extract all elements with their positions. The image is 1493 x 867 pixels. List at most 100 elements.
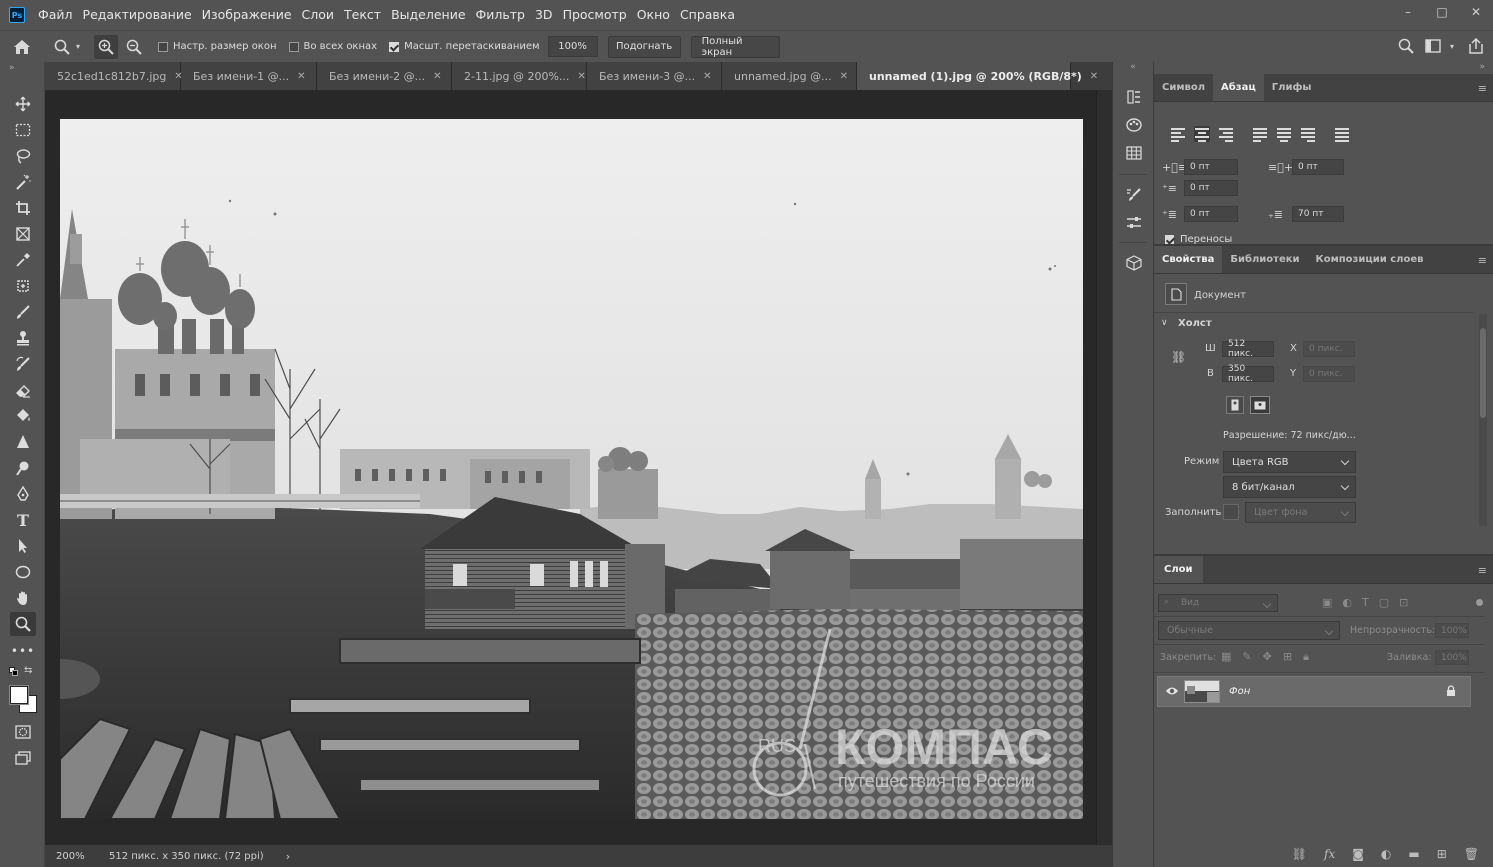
3d-panel-icon[interactable] — [1123, 252, 1145, 274]
panel-menu-icon[interactable]: ≡ — [1478, 564, 1487, 577]
history-brush-tool-icon[interactable] — [10, 352, 36, 376]
properties-scrollbar[interactable] — [1479, 314, 1487, 526]
filter-type-icon[interactable]: T — [1362, 596, 1369, 609]
healing-brush-tool-icon[interactable] — [10, 274, 36, 298]
tab-glyphs[interactable]: Глифы — [1264, 74, 1320, 101]
stamp-tool-icon[interactable] — [10, 326, 36, 350]
menu-help[interactable]: Справка — [675, 0, 740, 30]
color-mode-select[interactable]: Цвета RGB — [1223, 451, 1356, 473]
layer-style-icon[interactable]: fx — [1324, 847, 1335, 861]
more-tools-icon[interactable]: ••• — [10, 639, 36, 663]
default-colors-icon[interactable] — [9, 667, 19, 677]
align-left-icon[interactable] — [1171, 126, 1187, 142]
opacity-field[interactable]: 100% — [1435, 623, 1469, 638]
tab-properties[interactable]: Свойства — [1154, 246, 1223, 273]
adjustments-panel-icon[interactable] — [1123, 212, 1145, 234]
indent-left-field[interactable]: 0 пт — [1184, 159, 1238, 175]
paint-bucket-tool-icon[interactable] — [10, 404, 36, 428]
new-layer-icon[interactable]: ⊞ — [1437, 847, 1447, 861]
share-icon[interactable] — [1459, 38, 1493, 54]
path-selection-tool-icon[interactable] — [10, 534, 36, 558]
filter-adjustment-icon[interactable]: ◐ — [1342, 596, 1352, 609]
tab-document-3[interactable]: Без имени-2 @... ✕ — [317, 62, 452, 90]
magic-wand-tool-icon[interactable] — [10, 170, 36, 194]
menu-filter[interactable]: Фильтр — [471, 0, 530, 30]
close-tab-icon[interactable]: ✕ — [840, 71, 848, 82]
canvas-area[interactable]: RUS КОМПАС путешествия по России — [45, 90, 1096, 844]
close-tab-icon[interactable]: ✕ — [297, 71, 305, 82]
close-tab-icon[interactable]: ✕ — [1090, 71, 1098, 82]
pen-tool-icon[interactable] — [10, 482, 36, 506]
ellipse-tool-icon[interactable] — [10, 560, 36, 584]
move-tool-icon[interactable] — [10, 92, 36, 116]
filter-smart-object-icon[interactable]: ⊡ — [1399, 596, 1408, 609]
add-mask-icon[interactable]: ◙ — [1352, 847, 1364, 861]
zoom-preset-icon[interactable] — [52, 39, 72, 55]
tab-character[interactable]: Символ — [1154, 74, 1213, 101]
document-image[interactable]: RUS КОМПАС путешествия по России — [60, 119, 1083, 819]
fill-opacity-field[interactable]: 100% — [1435, 650, 1469, 665]
dodge-tool-icon[interactable] — [10, 456, 36, 480]
expand-panels-icon[interactable]: « — [1113, 62, 1153, 75]
lock-artboard-icon[interactable]: ⊞ — [1283, 650, 1292, 664]
delete-layer-icon[interactable]: 🗑︎ — [1464, 847, 1479, 861]
layer-name[interactable]: Фон — [1229, 686, 1250, 697]
status-menu-chevron-icon[interactable]: › — [286, 850, 290, 863]
link-dimensions-icon[interactable]: ⛓ — [1171, 350, 1186, 364]
landscape-orientation-icon[interactable] — [1250, 396, 1270, 414]
zoom-level[interactable]: 200% — [45, 851, 93, 862]
canvas-width-field[interactable]: 512 пикс. — [1222, 339, 1274, 359]
type-tool-icon[interactable]: T — [10, 508, 36, 532]
home-icon[interactable] — [0, 32, 44, 62]
indent-first-line-field[interactable]: 0 пт — [1184, 180, 1238, 196]
tab-document-active[interactable]: unnamed (1).jpg @ 200% (RGB/8*) ✕ — [857, 62, 1098, 90]
align-center-icon[interactable] — [1194, 126, 1210, 142]
swap-colors-icon[interactable]: ⇆ — [24, 665, 32, 676]
vertical-scrollbar[interactable] — [1096, 90, 1112, 844]
tab-layers[interactable]: Слои — [1154, 556, 1203, 583]
foreground-color-swatch[interactable] — [10, 686, 28, 704]
filter-toggle-icon[interactable] — [1476, 599, 1483, 606]
panel-menu-icon[interactable]: ≡ — [1478, 254, 1487, 267]
search-icon[interactable] — [1391, 38, 1421, 54]
fullscreen-button[interactable]: Полный экран — [690, 35, 780, 58]
menu-view[interactable]: Просмотр — [558, 0, 632, 30]
scrubby-zoom-option[interactable]: Масшт. перетаскиванием — [389, 41, 540, 52]
tab-layer-comps[interactable]: Композиции слоев — [1308, 246, 1432, 273]
fill-color-swatch[interactable] — [1223, 504, 1239, 520]
quick-mask-icon[interactable] — [10, 720, 36, 744]
menu-select[interactable]: Выделение — [386, 0, 470, 30]
canvas-x-field[interactable]: 0 пикс. — [1303, 341, 1355, 357]
close-button[interactable]: ✕ — [1459, 0, 1493, 24]
lock-image-icon[interactable]: ✎ — [1242, 650, 1251, 664]
menu-image[interactable]: Изображение — [197, 0, 297, 30]
tab-libraries[interactable]: Библиотеки — [1222, 246, 1307, 273]
justify-right-icon[interactable] — [1301, 126, 1317, 142]
fit-screen-button[interactable]: Подогнать — [607, 35, 681, 58]
menu-file[interactable]: Файл — [33, 0, 78, 30]
justify-all-icon[interactable] — [1335, 126, 1351, 142]
crop-tool-icon[interactable] — [10, 196, 36, 220]
filter-shape-icon[interactable]: ▢ — [1379, 596, 1389, 609]
align-right-icon[interactable] — [1219, 126, 1235, 142]
justify-center-icon[interactable] — [1277, 126, 1293, 142]
menu-layers[interactable]: Слои — [297, 0, 340, 30]
space-after-field[interactable]: 70 пт — [1292, 206, 1344, 222]
brushes-panel-icon[interactable] — [1123, 184, 1145, 206]
new-group-icon[interactable]: ▬ — [1408, 847, 1419, 861]
screen-mode-icon[interactable] — [10, 746, 36, 770]
indent-right-field[interactable]: 0 пт — [1292, 159, 1344, 175]
tab-document-4[interactable]: 2-11.jpg @ 200%... ✕ — [452, 62, 587, 90]
tab-paragraph[interactable]: Абзац — [1213, 74, 1264, 101]
collapse-toolbar-icon[interactable]: » — [9, 63, 15, 73]
menu-window[interactable]: Окно — [632, 0, 675, 30]
close-tab-icon[interactable]: ✕ — [703, 71, 711, 82]
minimize-button[interactable]: – — [1391, 0, 1425, 24]
close-tab-icon[interactable]: ✕ — [433, 71, 441, 82]
zoom-in-icon[interactable] — [94, 34, 118, 59]
adjustment-layer-icon[interactable]: ◐ — [1381, 847, 1391, 861]
marquee-tool-icon[interactable] — [10, 118, 36, 142]
panel-menu-icon[interactable]: ≡ — [1478, 82, 1487, 95]
color-panel-icon[interactable] — [1123, 114, 1145, 136]
frame-tool-icon[interactable] — [10, 222, 36, 246]
